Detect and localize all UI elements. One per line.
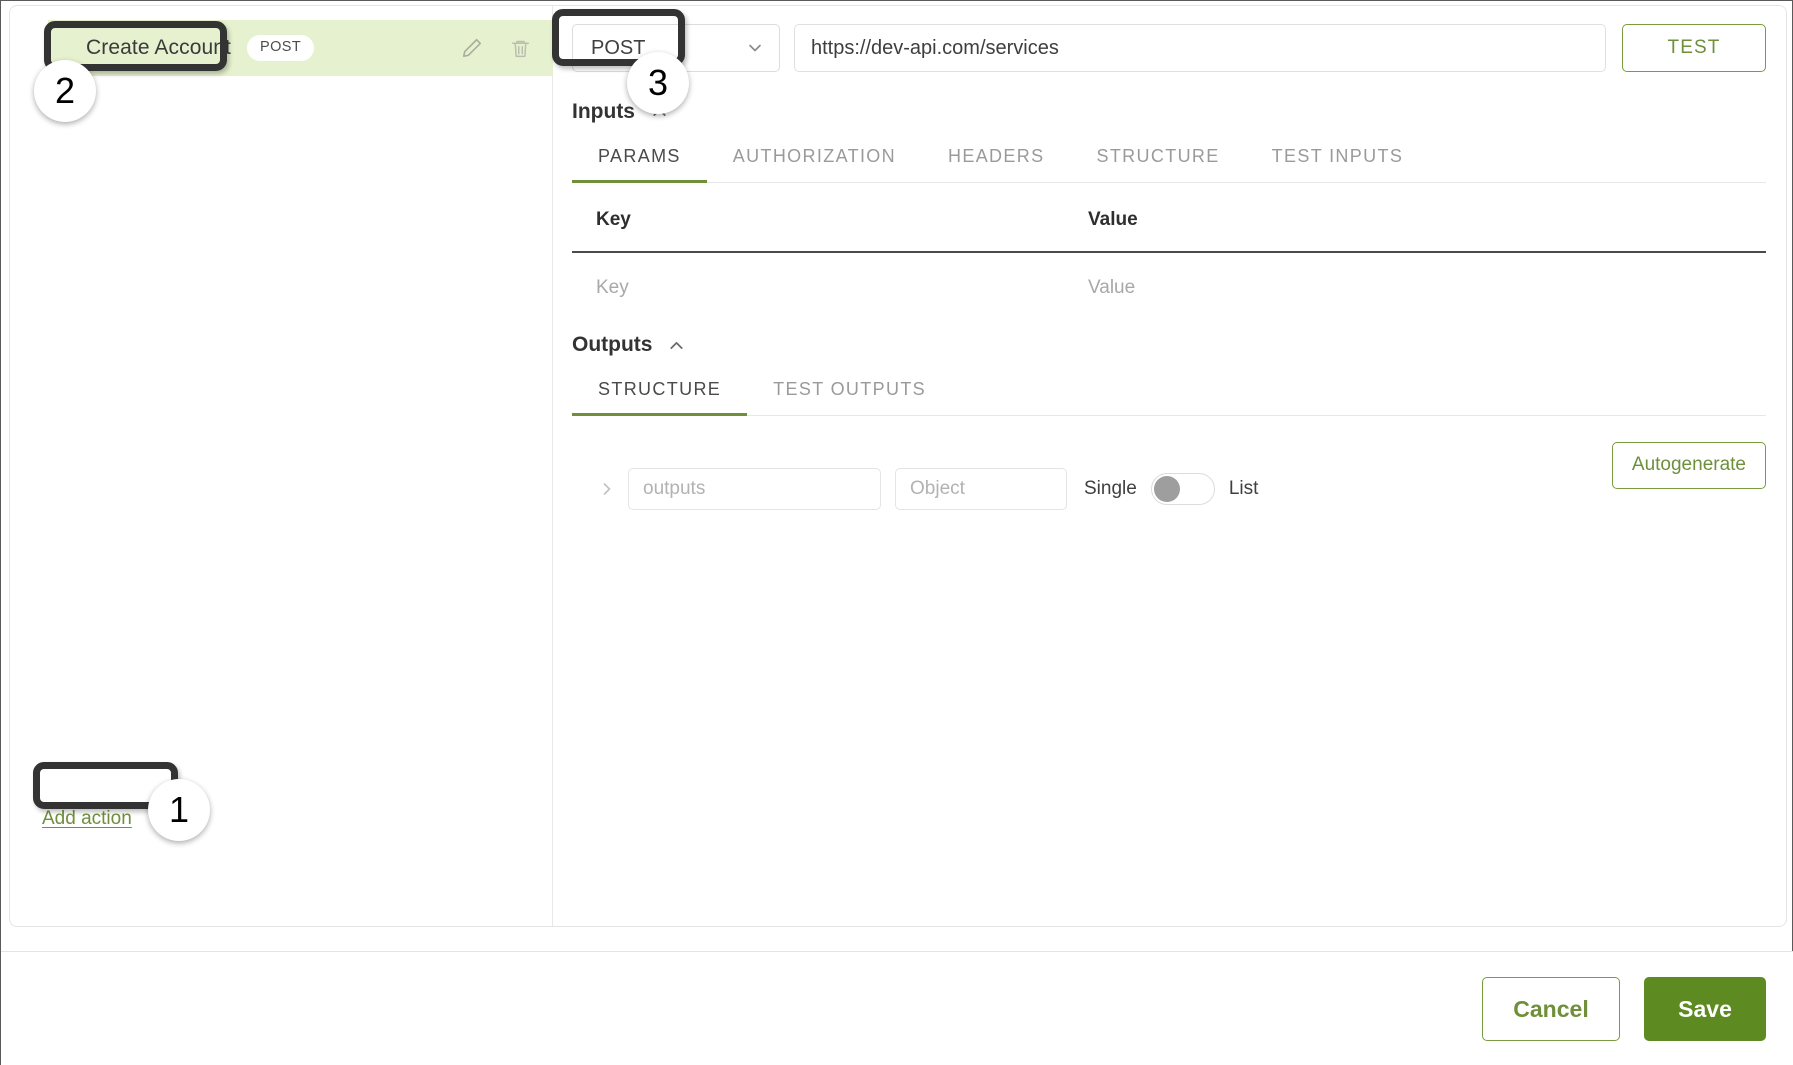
params-table-header: Key Value xyxy=(572,183,1766,253)
tab-outputs-structure[interactable]: STRUCTURE xyxy=(572,379,748,416)
test-request-button[interactable]: TEST xyxy=(1622,24,1766,72)
tab-params[interactable]: PARAMS xyxy=(572,146,707,183)
trash-icon[interactable] xyxy=(507,35,533,61)
output-structure-row: Single List xyxy=(572,416,1766,510)
params-table: Key Value Key Value xyxy=(572,183,1766,311)
outputs-title: Outputs xyxy=(572,333,653,356)
output-name-input[interactable] xyxy=(628,468,881,510)
api-action-dialog: Create Account POST Add action POST http… xyxy=(9,5,1787,927)
cell-key[interactable]: Key xyxy=(596,277,1088,299)
pencil-icon[interactable] xyxy=(459,35,485,61)
outputs-structure-body: Autogenerate Single xyxy=(572,416,1766,510)
request-detail-pane: POST TEST Inputs xyxy=(554,6,1786,926)
tab-headers[interactable]: HEADERS xyxy=(922,146,1070,183)
autogenerate-button[interactable]: Autogenerate xyxy=(1611,442,1766,489)
chevron-down-icon xyxy=(745,38,765,58)
add-action-wrap: Add action xyxy=(42,808,132,830)
outputs-section-header[interactable]: Outputs xyxy=(572,333,1766,357)
chevron-right-icon[interactable] xyxy=(594,476,620,502)
chevron-up-icon[interactable] xyxy=(648,101,670,123)
request-url-bar: POST TEST xyxy=(572,24,1766,72)
table-row[interactable]: Key Value xyxy=(572,253,1766,311)
tab-inputs-structure[interactable]: STRUCTURE xyxy=(1070,146,1245,183)
action-method-badge: POST xyxy=(247,35,315,61)
cancel-button[interactable]: Cancel xyxy=(1482,977,1620,1041)
output-type-input[interactable] xyxy=(895,468,1067,510)
chevron-up-icon[interactable] xyxy=(665,334,687,356)
toggle-knob xyxy=(1153,476,1180,502)
action-list-item-create-account[interactable]: Create Account POST xyxy=(48,20,553,76)
http-method-value: POST xyxy=(591,36,646,59)
actions-list-pane: Create Account POST Add action xyxy=(10,6,553,926)
column-header-value: Value xyxy=(1088,209,1138,230)
save-button[interactable]: Save xyxy=(1644,977,1766,1041)
single-list-toggle-group: Single List xyxy=(1084,473,1258,505)
http-method-select[interactable]: POST xyxy=(572,24,780,72)
column-header-key: Key xyxy=(596,209,631,230)
tab-authorization[interactable]: AUTHORIZATION xyxy=(707,146,922,183)
inputs-title: Inputs xyxy=(572,100,635,123)
single-list-toggle[interactable] xyxy=(1150,473,1215,505)
inputs-section-header[interactable]: Inputs xyxy=(572,100,1766,124)
tab-test-inputs[interactable]: TEST INPUTS xyxy=(1246,146,1430,183)
action-row-icons xyxy=(459,35,533,61)
cell-value[interactable]: Value xyxy=(1088,277,1135,299)
action-name: Create Account xyxy=(86,36,231,59)
autogenerate-wrap: Autogenerate xyxy=(1611,442,1766,489)
add-action-link[interactable]: Add action xyxy=(42,808,132,829)
toggle-label-single: Single xyxy=(1084,478,1137,499)
inputs-tabs: PARAMS AUTHORIZATION HEADERS STRUCTURE T… xyxy=(572,146,1766,183)
tab-test-outputs[interactable]: TEST OUTPUTS xyxy=(747,379,952,416)
outputs-tabs: STRUCTURE TEST OUTPUTS xyxy=(572,379,1766,416)
dialog-footer: Cancel Save xyxy=(1,951,1793,1065)
screenshot-root: Create Account POST Add action POST http… xyxy=(0,0,1793,1065)
toggle-label-list: List xyxy=(1228,478,1259,499)
request-url-input[interactable] xyxy=(794,24,1606,72)
